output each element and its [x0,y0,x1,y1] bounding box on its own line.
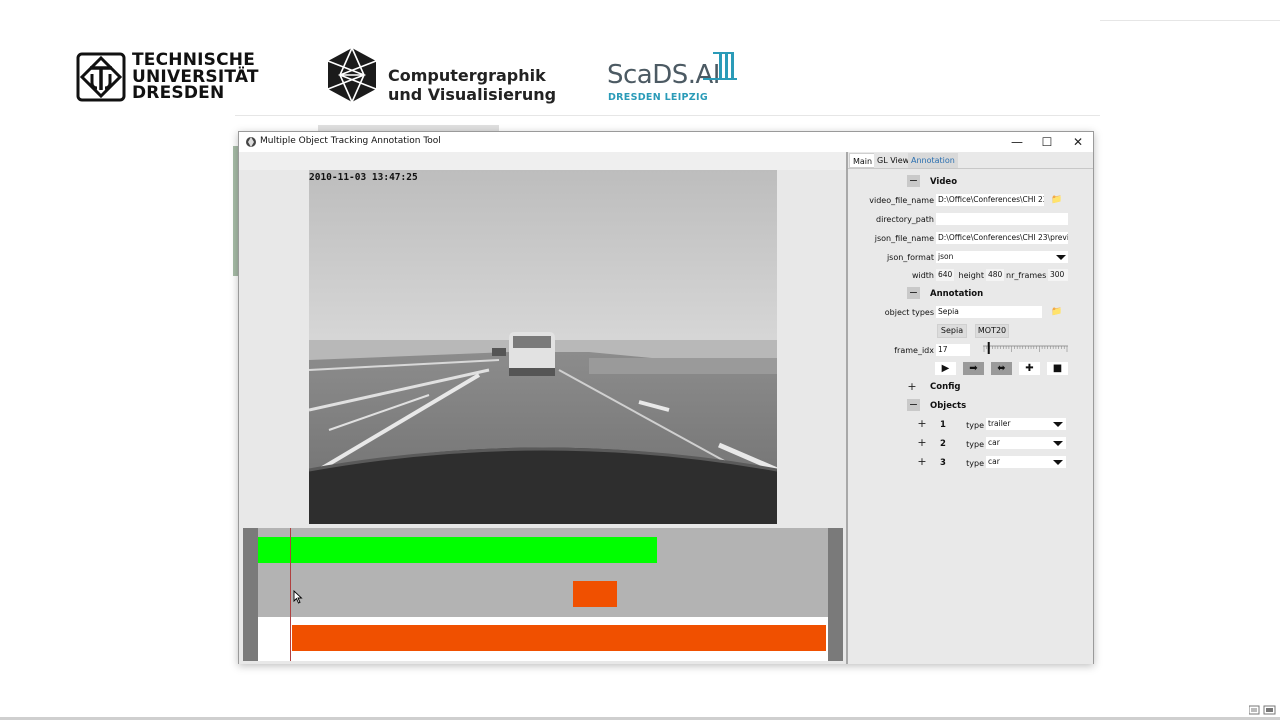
object-1-id: 1 [940,420,946,430]
scads-logo: ScaDS.AI DRESDEN LEIPZIG [607,50,737,105]
object-1-type-label: type [966,421,984,430]
object-3-type-label: type [966,459,984,468]
mouse-pointer-icon [293,590,303,604]
object-types-input[interactable]: Sepia [936,306,1042,318]
height-input[interactable]: 480 [986,269,1004,281]
video-timestamp: 2010-11-03 13:47:25 [309,172,418,183]
annotation-collapse-button[interactable]: − [907,287,920,299]
json-format-chevron-down-icon[interactable] [1056,255,1066,260]
dashcam-frame-image [309,170,777,524]
timeline-track-object-2[interactable] [573,581,618,607]
sepia-button[interactable]: Sepia [937,324,967,338]
object-2-expand-button[interactable]: + [916,437,928,449]
presentation-slide: TECHNISCHE UNIVERSITÄT DRESDEN Computerg… [0,0,1280,720]
object-2-chevron-down-icon[interactable] [1053,441,1063,446]
window-title: Multiple Object Tracking Annotation Tool [260,136,441,146]
app-icon [246,137,256,147]
width-input[interactable]: 640 [936,269,954,281]
video-collapse-button[interactable]: − [907,175,920,187]
play-button[interactable]: ▶ [935,362,956,375]
control-panel: Main GL View Annotation − Video video_fi… [848,152,1093,664]
frame-idx-input[interactable]: 17 [936,344,970,356]
video-folder-icon[interactable]: 📁 [1050,194,1064,206]
scads-bars-icon [703,52,737,80]
video-frame[interactable] [309,170,777,524]
video-file-name-input[interactable]: D:\Office\Conferences\CHI 23 [936,194,1044,206]
object-3-expand-button[interactable]: + [916,456,928,468]
video-file-name-label: video_file_name [869,196,934,205]
directory-path-input[interactable] [936,213,1068,225]
objects-collapse-button[interactable]: − [907,399,920,411]
tu-dresden-logo-icon [76,52,126,102]
json-format-label: json_format [886,253,934,262]
config-expand-button[interactable]: + [906,381,918,393]
maximize-button[interactable]: ☐ [1032,132,1062,152]
object-1-expand-button[interactable]: + [916,418,928,430]
annotation-section-header: Annotation [930,289,984,299]
presentation-view-icons[interactable] [1249,705,1277,715]
minimize-button[interactable]: — [1002,132,1032,152]
json-format-select[interactable]: json [936,251,1068,263]
timeline-track-object-1[interactable] [258,537,657,563]
nr-frames-input[interactable]: 300 [1048,269,1068,281]
frame-idx-label: frame_idx [894,346,934,355]
object-1-chevron-down-icon[interactable] [1053,422,1063,427]
json-file-name-input[interactable]: D:\Office\Conferences\CHI 23\previo [936,232,1068,244]
nr-frames-label: nr_frames [1006,271,1047,280]
stop-button[interactable]: ■ [1047,362,1068,375]
mot20-button[interactable]: MOT20 [975,324,1009,338]
width-label: width [911,271,934,280]
object-3-chevron-down-icon[interactable] [1053,460,1063,465]
cgv-line-1: Computergraphik [388,66,546,85]
tab-underline [848,168,1093,169]
timeline-frame-cursor[interactable] [290,528,292,661]
frame-idx-slider[interactable] [983,341,1068,355]
tab-gl-view[interactable]: GL View [874,153,913,168]
cgv-line-2: und Visualisierung [388,85,557,104]
object-2-id: 2 [940,439,946,449]
object-timeline[interactable] [243,528,843,661]
frame-idx-slider-thumb[interactable] [987,342,990,354]
step-both-button[interactable]: ⬌ [991,362,1012,375]
object-2-type-label: type [966,440,984,449]
header-divider [1100,20,1280,21]
scads-subtitle: DRESDEN LEIPZIG [608,92,708,103]
json-file-name-label: json_file_name [874,234,934,243]
objects-section-header: Objects [930,401,967,411]
timeline-track-object-3[interactable] [292,625,827,651]
tab-main[interactable]: Main [849,153,877,168]
cgv-wordmark: Computergraphik und Visualisierung [388,66,556,104]
config-section-header: Config [930,382,961,392]
annotation-tool-window: Multiple Object Tracking Annotation Tool… [238,131,1094,664]
video-section-header: Video [930,177,958,187]
video-top-strip [239,152,846,170]
tab-annotation[interactable]: Annotation [908,153,958,168]
step-forward-button[interactable]: ➡ [963,362,984,375]
add-object-button[interactable]: ✚ [1019,362,1040,375]
timeline-right-margin [828,528,843,661]
directory-path-label: directory_path [876,215,934,224]
logo-divider [235,115,1100,116]
window-titlebar[interactable]: Multiple Object Tracking Annotation Tool… [239,132,1093,152]
height-label: height [958,271,985,280]
object-3-id: 3 [940,458,946,468]
close-button[interactable]: ✕ [1063,132,1093,152]
object-types-folder-icon[interactable]: 📁 [1050,306,1064,318]
tu-dresden-wordmark: TECHNISCHE UNIVERSITÄT DRESDEN [132,52,259,102]
timeline-left-margin [243,528,258,661]
tu-line-3: DRESDEN [132,83,225,103]
object-types-label: object types [884,308,934,317]
cgv-logo-icon [327,47,377,103]
